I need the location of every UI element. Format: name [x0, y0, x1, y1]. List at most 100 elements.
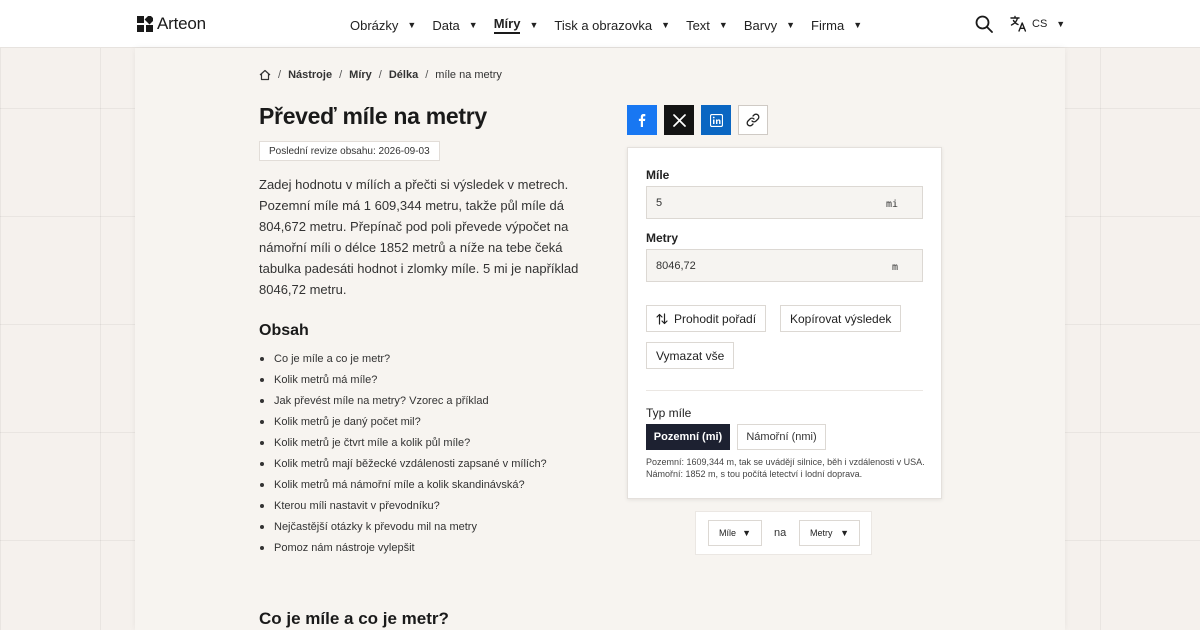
meters-label: Metry — [646, 231, 679, 245]
share-linkedin-button[interactable] — [701, 105, 731, 135]
copy-link-button[interactable] — [738, 105, 768, 135]
toc-item[interactable]: Kolik metrů je čtvrt míle a kolik půl mí… — [260, 432, 547, 453]
nav-label: Firma — [811, 17, 845, 33]
bullet-icon — [260, 398, 264, 403]
bullet-icon — [260, 482, 264, 487]
mile-type-note: Pozemní: 1609,344 m, tak se uvádějí siln… — [646, 457, 925, 479]
to-unit-select[interactable]: Metry ▼ — [799, 520, 860, 546]
toc-item[interactable]: Jak převést míle na metry? Vzorec a přík… — [260, 390, 547, 411]
x-icon — [672, 113, 686, 127]
nav-item-data[interactable]: Data ▼ — [432, 16, 477, 34]
caret-down-icon: ▼ — [742, 528, 751, 538]
nav-label: Data — [432, 17, 460, 33]
facebook-icon — [638, 114, 646, 127]
breadcrumb: / Nástroje / Míry / Délka / míle na metr… — [259, 69, 502, 81]
main-nav: Obrázky ▼ Data ▼ Míry ▼ Tisk a obrazovka… — [350, 16, 878, 34]
intro-text: Zadej hodnotu v mílích a přečti si výsle… — [259, 177, 579, 297]
toc-item-label: Co je míle a co je metr? — [274, 352, 391, 365]
toc-item-label: Kolik metrů je daný počet mil? — [274, 415, 421, 428]
mile-type-nautical-option[interactable]: Námořní (nmi) — [737, 424, 826, 450]
from-unit-value: Míle — [719, 528, 737, 538]
bullet-icon — [260, 356, 264, 361]
toc-item-label: Kolik metrů je čtvrt míle a kolik půl mí… — [274, 436, 471, 449]
home-icon[interactable] — [259, 69, 271, 81]
miles-input[interactable]: 5 mi — [646, 186, 923, 219]
nav-item-text[interactable]: Text ▼ — [686, 16, 728, 34]
linkedin-icon — [709, 113, 723, 127]
meters-value: 8046,72 — [656, 259, 696, 272]
toc-title: Obsah — [259, 322, 309, 339]
unit-joiner: na — [774, 527, 787, 539]
brand-name: Arteon — [157, 14, 206, 33]
bullet-icon — [260, 524, 264, 529]
from-unit-select[interactable]: Míle ▼ — [708, 520, 762, 546]
breadcrumb-separator: / — [425, 69, 429, 81]
nav-label: Text — [686, 17, 710, 33]
section-title: Co je míle a co je metr? — [259, 609, 449, 628]
toc-item-label: Pomoz nám nástroje vylepšit — [274, 541, 415, 554]
breadcrumb-item[interactable]: Míry — [349, 69, 372, 81]
caret-down-icon: ▼ — [1056, 18, 1066, 29]
caret-down-icon: ▼ — [468, 20, 478, 30]
clear-all-button[interactable]: Vymazat vše — [646, 342, 735, 369]
toc-item[interactable]: Pomoz nám nástroje vylepšit — [260, 537, 547, 558]
caret-down-icon: ▼ — [840, 528, 849, 538]
toc-item-label: Jak převést míle na metry? Vzorec a přík… — [274, 394, 489, 407]
nav-item-tisk[interactable]: Tisk a obrazovka ▼ — [554, 16, 670, 34]
breadcrumb-separator: / — [339, 69, 343, 81]
mile-type-statute-option[interactable]: Pozemní (mi) — [646, 424, 730, 450]
toc-item-label: Kolik metrů má námořní míle a kolik skan… — [274, 478, 525, 491]
toc-item-label: Kolik metrů mají běžecké vzdálenosti zap… — [274, 457, 547, 470]
nav-label: Barvy — [743, 17, 778, 33]
nav-item-firma[interactable]: Firma ▼ — [811, 16, 862, 34]
swap-icon — [656, 312, 668, 325]
to-unit-value: Metry — [810, 528, 833, 538]
bullet-icon — [260, 461, 264, 466]
toc-item[interactable]: Nejčastější otázky k převodu mil na metr… — [260, 516, 547, 537]
toc-item[interactable]: Kolik metrů mají běžecké vzdálenosti zap… — [260, 453, 547, 474]
caret-down-icon: ▼ — [661, 20, 671, 30]
search-icon[interactable] — [975, 15, 993, 33]
site-header: Arteon Obrázky ▼ Data ▼ Míry ▼ Tisk a ob… — [0, 0, 1200, 48]
logo[interactable]: Arteon — [137, 14, 206, 34]
toc-item[interactable]: Kolik metrů má námořní míle a kolik skan… — [260, 474, 547, 495]
nav-label: Tisk a obrazovka — [554, 17, 653, 33]
share-buttons — [627, 105, 768, 135]
share-facebook-button[interactable] — [627, 105, 657, 135]
share-x-button[interactable] — [664, 105, 694, 135]
table-of-contents: Co je míle a co je metr? Kolik metrů má … — [260, 348, 547, 558]
bullet-icon — [260, 503, 264, 508]
copy-label: Kopírovat výsledek — [790, 311, 892, 326]
divider — [646, 390, 923, 391]
bullet-icon — [260, 419, 264, 424]
caret-down-icon: ▼ — [853, 20, 863, 30]
caret-down-icon: ▼ — [718, 20, 728, 30]
logo-mark-icon — [137, 16, 153, 32]
miles-unit: mi — [885, 199, 898, 210]
page-title: Převeď míle na metry — [259, 103, 487, 129]
nav-item-barvy[interactable]: Barvy ▼ — [744, 16, 795, 34]
swap-label: Prohodit pořadí — [674, 311, 757, 326]
swap-button[interactable]: Prohodit pořadí — [646, 305, 767, 332]
toc-item[interactable]: Kterou míli nastavit v převodníku? — [260, 495, 547, 516]
nav-item-miry[interactable]: Míry ▼ — [493, 16, 539, 34]
caret-down-icon: ▼ — [786, 20, 795, 30]
caret-down-icon: ▼ — [529, 20, 539, 30]
language-switcher[interactable]: CS ▼ — [1010, 15, 1065, 32]
bullet-icon — [260, 440, 264, 445]
toc-item[interactable]: Kolik metrů má míle? — [260, 369, 547, 390]
nav-item-obrazky[interactable]: Obrázky ▼ — [350, 16, 416, 34]
toc-item-label: Kolik metrů má míle? — [274, 373, 378, 386]
breadcrumb-separator: / — [378, 69, 382, 81]
copy-result-button[interactable]: Kopírovat výsledek — [780, 305, 902, 332]
bullet-icon — [260, 545, 264, 550]
breadcrumb-item[interactable]: Délka — [389, 69, 418, 81]
toc-item[interactable]: Kolik metrů je daný počet mil? — [260, 411, 547, 432]
breadcrumb-item[interactable]: Nástroje — [288, 69, 332, 81]
toc-item[interactable]: Co je míle a co je metr? — [260, 348, 547, 369]
language-code: CS — [1032, 17, 1048, 30]
bullet-icon — [260, 377, 264, 382]
mile-type-label: Typ míle — [646, 406, 692, 420]
translate-icon — [1010, 15, 1027, 32]
meters-input[interactable]: 8046,72 m — [646, 249, 923, 282]
